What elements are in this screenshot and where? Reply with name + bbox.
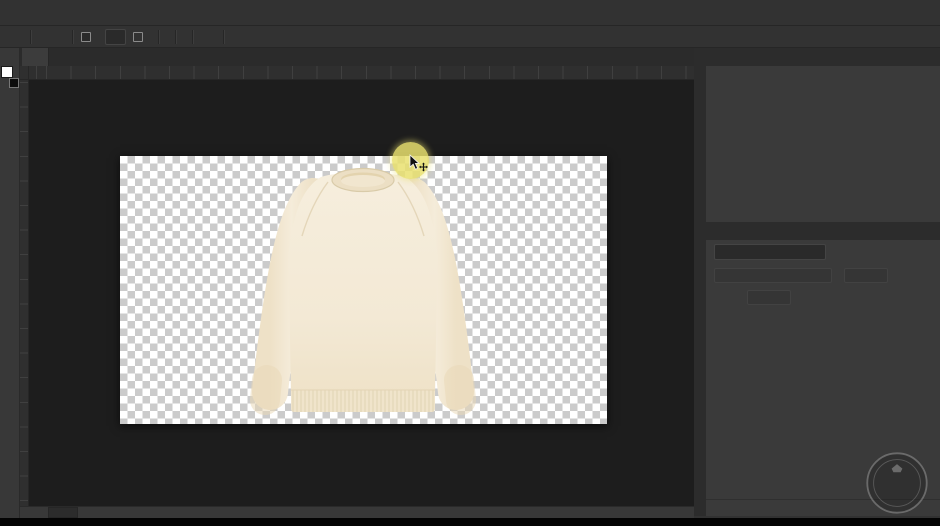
- options-bar: [0, 26, 940, 48]
- document-tab-strip: [20, 48, 694, 66]
- document-tab[interactable]: [22, 48, 49, 66]
- home-icon[interactable]: [8, 30, 22, 44]
- bounding-box-checkbox[interactable]: [133, 31, 143, 42]
- watermark-badge: [857, 447, 937, 519]
- adjustments-tabs: [706, 48, 940, 66]
- panel-dock: [694, 48, 940, 516]
- letterbox-bar: [0, 518, 940, 526]
- move-cursor: [408, 154, 430, 176]
- auto-select-checkbox[interactable]: [81, 31, 91, 42]
- document-dimensions: [48, 507, 78, 518]
- photoshop-window: [0, 0, 940, 518]
- vertical-ruler: [20, 80, 29, 506]
- tool-target-select[interactable]: [105, 28, 126, 45]
- chevron-down-icon: [875, 272, 882, 279]
- tools-panel: [0, 48, 20, 518]
- sweater-image: [250, 167, 476, 415]
- opacity-value[interactable]: [844, 267, 888, 283]
- share-icon[interactable]: [916, 30, 930, 44]
- foreground-color-swatch[interactable]: [0, 66, 13, 78]
- screen-mode-button[interactable]: [1, 108, 19, 125]
- fill-value[interactable]: [747, 289, 791, 305]
- more-options-icon[interactable]: [201, 30, 215, 44]
- layers-tabs: [706, 222, 940, 240]
- document-canvas[interactable]: [120, 156, 607, 424]
- chevron-down-icon: [778, 294, 785, 301]
- search-icon: [719, 248, 728, 257]
- canvas[interactable]: [20, 80, 694, 506]
- horizontal-ruler: [20, 66, 694, 80]
- document-area: [20, 48, 694, 518]
- chevron-down-icon[interactable]: [899, 33, 906, 40]
- blend-mode-select[interactable]: [714, 267, 832, 283]
- chevron-down-icon: [814, 249, 821, 256]
- search-icon[interactable]: [861, 30, 875, 44]
- chevron-right-icon[interactable]: [92, 509, 100, 517]
- color-swatches[interactable]: [0, 66, 19, 88]
- workspace-icon[interactable]: [885, 30, 899, 44]
- move-tool-preset-icon[interactable]: [39, 30, 53, 44]
- quick-mask-button[interactable]: [1, 91, 19, 108]
- ruler-corner: [20, 66, 29, 79]
- layer-filter-select[interactable]: [714, 244, 826, 260]
- background-color-swatch[interactable]: [8, 78, 19, 88]
- adjustments-panel-group: [706, 48, 940, 222]
- panel-menu-icon[interactable]: [924, 100, 936, 112]
- chevron-down-icon: [819, 272, 826, 279]
- chevron-down-icon: [113, 33, 120, 40]
- photoshop-logo-icon: [8, 5, 23, 20]
- menu-bar: [0, 0, 940, 26]
- filter-toggle-pin-icon[interactable]: [842, 246, 853, 259]
- status-bar: [20, 506, 694, 518]
- chevron-down-icon[interactable]: [57, 33, 64, 40]
